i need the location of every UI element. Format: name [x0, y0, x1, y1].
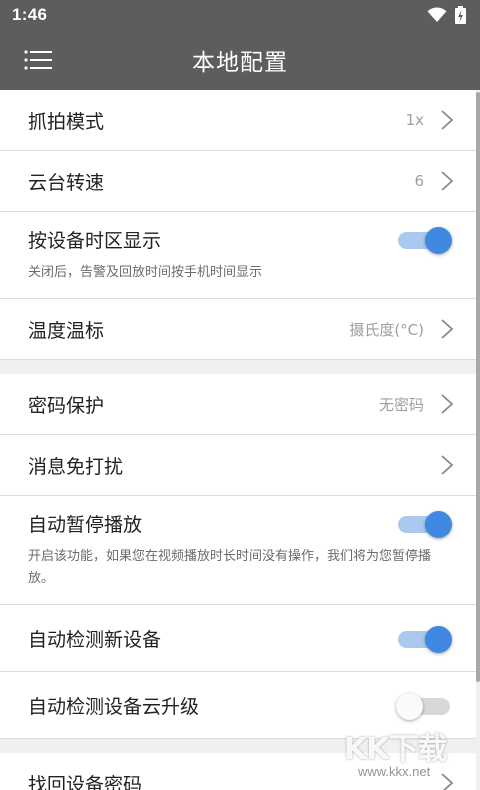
auto-cloud-upgrade-toggle[interactable]: [396, 690, 454, 720]
chevron-right-icon: [440, 772, 454, 790]
scrollbar[interactable]: [476, 92, 480, 682]
chevron-right-icon: [440, 109, 454, 131]
capture-mode-row[interactable]: 抓拍模式 1x: [0, 90, 476, 151]
auto-detect-device-toggle[interactable]: [396, 623, 454, 653]
chevron-right-icon: [440, 393, 454, 415]
auto-cloud-upgrade-label: 自动检测设备云升级: [28, 695, 200, 718]
status-bar: 1:46: [0, 0, 480, 30]
temperature-unit-label: 温度温标: [28, 319, 105, 342]
hamburger-menu-icon: [24, 50, 52, 70]
menu-button[interactable]: [14, 41, 62, 79]
device-timezone-description: 关闭后，告警及回放时间按手机时间显示: [28, 265, 263, 280]
chevron-right-icon: [440, 454, 454, 476]
recover-password-row[interactable]: 找回设备密码: [0, 753, 476, 790]
device-timezone-toggle[interactable]: [396, 224, 454, 254]
ptz-speed-label: 云台转速: [28, 171, 105, 194]
device-timezone-row: 按设备时区显示 关闭后，告警及回放时间按手机时间显示: [0, 212, 476, 299]
ptz-speed-row[interactable]: 云台转速 6: [0, 151, 476, 212]
status-time: 1:46: [12, 5, 48, 24]
ptz-speed-value: 6: [414, 172, 424, 190]
recover-password-label: 找回设备密码: [28, 773, 143, 790]
temperature-unit-row[interactable]: 温度温标 摄氏度(°C): [0, 299, 476, 360]
chevron-right-icon: [440, 170, 454, 192]
auto-pause-row: 自动暂停播放 开启该功能，如果您在视频播放时长时间没有操作，我们将为您暂停播放。: [0, 496, 476, 605]
password-protect-row[interactable]: 密码保护 无密码: [0, 374, 476, 435]
section-divider: [0, 360, 476, 374]
password-protect-value: 无密码: [378, 395, 424, 414]
section-divider: [0, 739, 476, 753]
do-not-disturb-label: 消息免打扰: [28, 455, 124, 478]
wifi-icon: [427, 7, 447, 23]
auto-pause-toggle[interactable]: [396, 508, 454, 538]
auto-cloud-upgrade-row: 自动检测设备云升级: [0, 672, 476, 739]
page-title: 本地配置: [192, 50, 288, 76]
device-timezone-label: 按设备时区显示: [28, 229, 162, 252]
password-protect-label: 密码保护: [28, 394, 105, 417]
temperature-unit-value: 摄氏度(°C): [349, 320, 424, 339]
capture-mode-label: 抓拍模式: [28, 110, 105, 133]
app-bar: 本地配置: [0, 30, 480, 90]
auto-detect-device-label: 自动检测新设备: [28, 628, 162, 651]
status-icons: [427, 6, 466, 24]
capture-mode-value: 1x: [405, 111, 424, 129]
chevron-right-icon: [440, 318, 454, 340]
do-not-disturb-row[interactable]: 消息免打扰: [0, 435, 476, 496]
settings-list[interactable]: 抓拍模式 1x 云台转速 6 按设备时区显示 关闭后，告警及回放时间按手机时间显…: [0, 90, 476, 790]
auto-detect-device-row: 自动检测新设备: [0, 605, 476, 672]
auto-pause-description: 开启该功能，如果您在视频播放时长时间没有操作，我们将为您暂停播放。: [28, 549, 432, 586]
battery-icon: [455, 6, 466, 24]
auto-pause-label: 自动暂停播放: [28, 513, 143, 536]
